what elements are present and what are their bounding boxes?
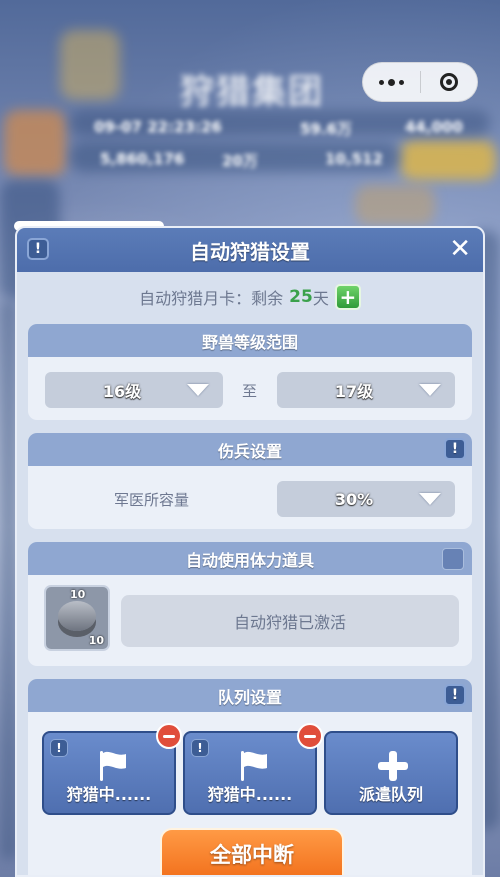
beast-level-title: 野兽等级范围 <box>28 324 472 357</box>
stamina-title: 自动使用体力道具 <box>28 542 472 575</box>
plus-icon <box>376 749 410 783</box>
dialog-title: 自动狩猎设置 <box>190 239 310 264</box>
close-icon[interactable]: ✕ <box>449 236 471 262</box>
queue-title-text: 队列设置 <box>217 687 282 707</box>
mini-program-capsule <box>362 62 478 102</box>
auto-stamina-checkbox[interactable] <box>442 548 464 570</box>
stamina-title-text: 自动使用体力道具 <box>185 550 314 570</box>
level-from-value: 16级 <box>102 382 142 401</box>
dispatch-queue-card[interactable]: 派遣队列 <box>324 731 458 815</box>
flag-icon <box>100 751 126 781</box>
add-month-card-button[interactable]: + <box>334 284 361 310</box>
remove-queue-button[interactable] <box>297 723 323 749</box>
more-dots-icon <box>378 78 404 86</box>
flag-icon <box>241 751 267 781</box>
blurred-resource-a: 59.6万 <box>300 120 353 138</box>
info-icon[interactable]: ! <box>27 238 49 260</box>
stamina-section: 自动使用体力道具 10 10 自动狩猎已激活 <box>28 542 472 666</box>
beast-level-section: 野兽等级范围 16级 至 17级 <box>28 324 472 420</box>
hospital-capacity-label: 军医所容量 <box>114 491 190 509</box>
minus-icon <box>163 734 175 738</box>
chevron-down-icon <box>419 493 441 505</box>
minus-icon <box>304 734 316 738</box>
wounded-section: 伤兵设置 ! 军医所容量 30% <box>28 433 472 529</box>
auto-hunt-dialog: ! 自动狩猎设置 ✕ 自动狩猎月卡：剩余 25 天 + 野兽等级范围 16级 至 1… <box>15 226 485 877</box>
month-card-prefix: 自动狩猎月卡：剩余 <box>139 289 284 308</box>
blurred-resource-c: 20万 <box>222 152 258 170</box>
stamina-potion-icon <box>58 601 96 631</box>
blurred-resource-d: 10,512 <box>325 150 383 168</box>
queue-title: 队列设置 ! <box>28 679 472 712</box>
blurred-time: 09-07 22:23:26 <box>94 118 222 136</box>
blurred-resource-b: 44,000 <box>405 118 463 136</box>
queue-card-label: 狩猎中...... <box>66 785 152 804</box>
info-icon[interactable]: ! <box>50 739 68 757</box>
queue-card-label: 狩猎中...... <box>207 785 293 804</box>
info-icon[interactable]: ! <box>444 438 466 460</box>
hospital-capacity-value: 30% <box>334 489 374 509</box>
level-to-value: 17级 <box>334 382 374 401</box>
info-icon[interactable]: ! <box>191 739 209 757</box>
wounded-title-text: 伤兵设置 <box>217 441 282 461</box>
wounded-title: 伤兵设置 ! <box>28 433 472 466</box>
level-to-select[interactable]: 17级 <box>277 372 455 408</box>
info-icon[interactable]: ! <box>444 684 466 706</box>
chevron-down-icon <box>419 384 441 396</box>
item-top-quantity: 10 <box>70 588 86 601</box>
queue-card-2[interactable]: ! 狩猎中...... <box>183 723 323 815</box>
month-card-days: 25 <box>289 287 313 307</box>
month-card-suffix: 天 <box>312 289 329 308</box>
hospital-capacity-select[interactable]: 30% <box>277 481 455 517</box>
item-bottom-quantity: 10 <box>88 634 104 647</box>
queue-card-label: 派遣队列 <box>358 785 423 804</box>
target-icon <box>439 73 458 91</box>
dialog-header: ! 自动狩猎设置 ✕ <box>17 228 483 272</box>
auto-hunt-status: 自动狩猎已激活 <box>121 595 459 647</box>
queue-card-1[interactable]: ! 狩猎中...... <box>42 723 182 815</box>
blurred-page-title: 狩猎集团 <box>180 72 324 112</box>
exit-button[interactable] <box>421 63 478 101</box>
range-connector: 至 <box>242 382 258 400</box>
stop-all-button[interactable]: 全部中断 <box>160 828 344 875</box>
blurred-power: 5,860,176 <box>100 150 185 168</box>
month-card-row: 自动狩猎月卡：剩余 25 天 + <box>17 282 483 312</box>
stamina-item-slot[interactable]: 10 10 <box>44 585 110 651</box>
remove-queue-button[interactable] <box>156 723 182 749</box>
more-button[interactable] <box>363 63 420 101</box>
chevron-down-icon <box>187 384 209 396</box>
level-from-select[interactable]: 16级 <box>45 372 223 408</box>
